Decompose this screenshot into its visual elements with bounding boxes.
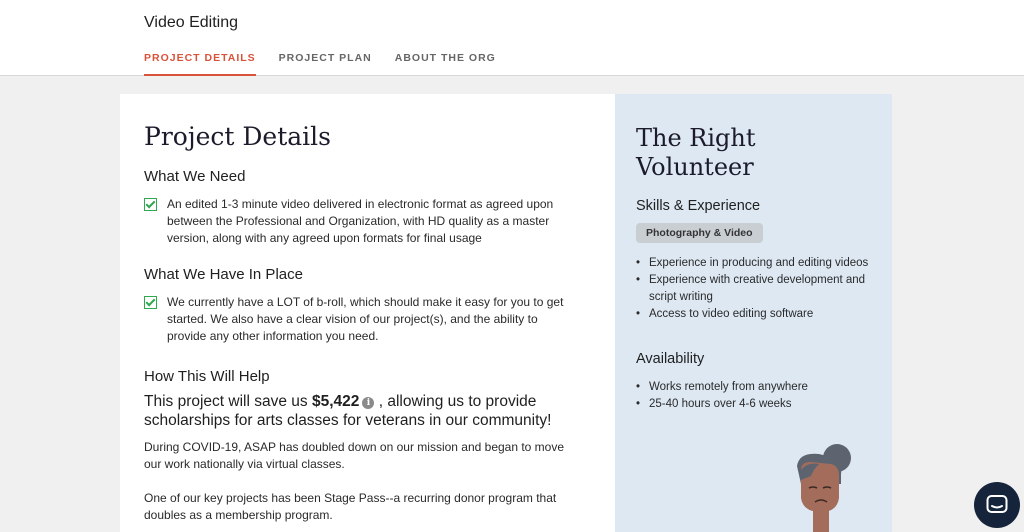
tab-about-the-org[interactable]: ABOUT THE ORG — [395, 52, 496, 76]
in-place-text: We currently have a LOT of b-roll, which… — [167, 295, 564, 343]
list-item: Works remotely from anywhere — [636, 379, 876, 396]
skills-list: Experience in producing and editing vide… — [636, 255, 876, 323]
chat-button[interactable] — [974, 482, 1020, 528]
project-details-card: Project Details What We Need An edited 1… — [120, 94, 615, 532]
what-we-need-item: An edited 1-3 minute video delivered in … — [144, 196, 564, 247]
volunteer-title: The Right Volunteer — [636, 124, 756, 181]
list-item: Experience in producing and editing vide… — [636, 255, 876, 272]
page-title: Video Editing — [144, 14, 238, 31]
what-we-need-text: An edited 1-3 minute video delivered in … — [167, 197, 554, 245]
impact-amount: $5,422 — [311, 393, 360, 410]
list-item: Experience with creative development and… — [636, 272, 876, 306]
in-place-heading: What We Have In Place — [144, 266, 303, 283]
volunteer-illustration — [797, 444, 851, 532]
info-icon[interactable]: i — [362, 397, 375, 409]
help-paragraph-1: During COVID-19, ASAP has doubled down o… — [144, 440, 565, 471]
tab-bar: PROJECT DETAILS PROJECT PLAN ABOUT THE O… — [144, 52, 496, 76]
tab-project-plan[interactable]: PROJECT PLAN — [279, 52, 372, 76]
help-paragraph-2: One of our key projects has been Stage P… — [144, 491, 557, 522]
skills-heading: Skills & Experience — [636, 198, 761, 214]
availability-heading: Availability — [636, 351, 705, 367]
checkbox-checked-icon — [144, 198, 157, 211]
top-header: Video Editing PROJECT DETAILS PROJECT PL… — [0, 0, 1024, 76]
skill-chip: Photography & Video — [636, 223, 763, 243]
in-place-item: We currently have a LOT of b-roll, which… — [144, 294, 564, 345]
right-volunteer-panel: The Right Volunteer Skills & Experience … — [615, 94, 892, 532]
list-item: 25-40 hours over 4-6 weeks — [636, 396, 876, 413]
checkbox-checked-icon — [144, 296, 157, 309]
section-title: Project Details — [144, 122, 331, 151]
how-this-helps-heading: How This Will Help — [144, 368, 270, 385]
list-item: Access to video editing software — [636, 306, 876, 323]
what-we-need-heading: What We Need — [144, 168, 246, 185]
tab-project-details[interactable]: PROJECT DETAILS — [144, 52, 256, 76]
availability-list: Works remotely from anywhere 25-40 hours… — [636, 379, 876, 413]
impact-statement: This project will save us $5,422 i , allo… — [144, 392, 574, 430]
chat-icon — [986, 495, 1008, 513]
impact-prefix: This project will save us — [144, 393, 312, 410]
